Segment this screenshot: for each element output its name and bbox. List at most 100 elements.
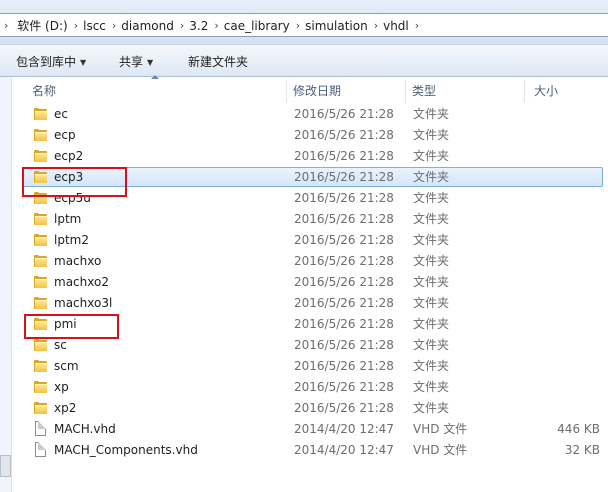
column-header-date-modified[interactable]: 修改日期 [293, 78, 341, 104]
address-bar: › 软件 (D:) › lscc › diamond › 3.2 › cae_library › s… [0, 0, 608, 44]
file-type: 文件夹 [413, 296, 450, 310]
command-bar: 包含到库中 ▼ 共享 ▼ 新建文件夹 [0, 44, 608, 77]
breadcrumb-item[interactable]: vhdl [380, 19, 413, 33]
file-type: VHD 文件 [413, 422, 468, 436]
file-date-modified: 2016/5/26 21:28 [294, 359, 394, 373]
file-type: VHD 文件 [413, 443, 468, 457]
folder-icon [34, 276, 47, 288]
breadcrumb-separator-icon[interactable]: › [413, 19, 421, 33]
file-row[interactable]: xp 2016/5/26 21:28 文件夹 [0, 377, 608, 398]
file-date-modified: 2014/4/20 12:47 [294, 422, 394, 436]
file-row[interactable]: ecp2 2016/5/26 21:28 文件夹 [0, 146, 608, 167]
column-divider[interactable] [405, 80, 406, 102]
file-type: 文件夹 [413, 149, 450, 163]
file-name: xp [54, 380, 69, 394]
file-type: 文件夹 [413, 233, 450, 247]
annotation-box-ecp3 [22, 167, 127, 197]
file-type: 文件夹 [413, 317, 450, 331]
file-row[interactable]: machxo 2016/5/26 21:28 文件夹 [0, 251, 608, 272]
file-name: machxo [54, 254, 102, 268]
file-date-modified: 2016/5/26 21:28 [294, 338, 394, 352]
breadcrumb-separator-icon[interactable]: › [212, 19, 220, 33]
file-name: scm [54, 359, 79, 373]
share-button[interactable]: 共享 ▼ [119, 55, 153, 70]
file-name: xp2 [54, 401, 77, 415]
breadcrumb-separator-icon[interactable]: › [372, 19, 380, 33]
folder-icon [34, 339, 47, 351]
breadcrumb-trail: › 软件 (D:) › lscc › diamond › 3.2 › cae_library › s… [2, 19, 421, 33]
file-name: machxo2 [54, 275, 109, 289]
file-date-modified: 2016/5/26 21:28 [294, 128, 394, 142]
folder-icon [34, 297, 47, 309]
file-date-modified: 2016/5/26 21:28 [294, 254, 394, 268]
breadcrumb-item[interactable]: diamond [118, 19, 178, 33]
file-size: 446 KB [557, 422, 600, 436]
file-name: ec [54, 107, 68, 121]
folder-icon [34, 213, 47, 225]
breadcrumb-item[interactable]: 3.2 [186, 19, 212, 33]
file-icon [35, 442, 46, 457]
new-folder-button[interactable]: 新建文件夹 [188, 55, 248, 69]
column-headers: 名称 修改日期 类型 大小 [22, 75, 608, 104]
folder-icon [34, 108, 47, 120]
file-row[interactable]: MACH_Components.vhd 2014/4/20 12:47 VHD 文件… [0, 440, 608, 461]
file-date-modified: 2016/5/26 21:28 [294, 233, 394, 247]
breadcrumb[interactable]: › 软件 (D:) › lscc › diamond › 3.2 › cae_library › s… [0, 13, 608, 37]
file-name: machxo3l [54, 296, 113, 310]
file-name: sc [54, 338, 67, 352]
file-date-modified: 2016/5/26 21:28 [294, 401, 394, 415]
file-date-modified: 2016/5/26 21:28 [294, 149, 394, 163]
file-row[interactable]: lptm2 2016/5/26 21:28 文件夹 [0, 230, 608, 251]
file-row[interactable]: lptm 2016/5/26 21:28 文件夹 [0, 209, 608, 230]
file-date-modified: 2016/5/26 21:28 [294, 275, 394, 289]
share-label: 共享 [119, 55, 144, 69]
file-type: 文件夹 [413, 254, 450, 268]
file-type: 文件夹 [413, 107, 450, 121]
file-name: lptm2 [54, 233, 89, 247]
column-header-name[interactable]: 名称 [32, 78, 56, 104]
file-icon [35, 421, 46, 436]
folder-icon [34, 150, 47, 162]
file-date-modified: 2016/5/26 21:28 [294, 317, 394, 331]
file-date-modified: 2016/5/26 21:28 [294, 380, 394, 394]
file-row[interactable]: MACH.vhd 2014/4/20 12:47 VHD 文件 446 KB [0, 419, 608, 440]
file-name: ecp2 [54, 149, 84, 163]
breadcrumb-separator-icon[interactable]: › [178, 19, 186, 33]
dropdown-arrow-icon: ▼ [147, 58, 154, 67]
file-date-modified: 2016/5/26 21:28 [294, 107, 394, 121]
breadcrumb-separator-icon[interactable]: › [110, 19, 118, 33]
breadcrumb-separator-icon[interactable]: › [72, 19, 80, 33]
file-type: 文件夹 [413, 338, 450, 352]
breadcrumb-item[interactable]: 软件 (D:) [14, 19, 71, 33]
file-row[interactable]: machxo2 2016/5/26 21:28 文件夹 [0, 272, 608, 293]
column-divider[interactable] [286, 80, 287, 102]
breadcrumb-separator-icon[interactable]: › [294, 19, 302, 33]
file-row[interactable]: machxo3l 2016/5/26 21:28 文件夹 [0, 293, 608, 314]
include-in-library-button[interactable]: 包含到库中 ▼ [16, 55, 86, 70]
file-name: MACH_Components.vhd [54, 443, 198, 457]
file-date-modified: 2016/5/26 21:28 [294, 170, 394, 184]
column-header-type[interactable]: 类型 [412, 78, 436, 104]
file-date-modified: 2016/5/26 21:28 [294, 212, 394, 226]
folder-icon [34, 402, 47, 414]
file-row[interactable]: scm 2016/5/26 21:28 文件夹 [0, 356, 608, 377]
file-row[interactable]: ecp 2016/5/26 21:28 文件夹 [0, 125, 608, 146]
include-in-library-label: 包含到库中 [16, 55, 77, 69]
breadcrumb-separator-icon[interactable]: › [2, 19, 10, 33]
annotation-box-pmi [24, 314, 119, 339]
column-header-size[interactable]: 大小 [534, 78, 558, 104]
breadcrumb-item[interactable]: lscc [80, 19, 110, 33]
file-type: 文件夹 [413, 401, 450, 415]
file-date-modified: 2016/5/26 21:28 [294, 191, 394, 205]
file-name: ecp [54, 128, 76, 142]
file-type: 文件夹 [413, 212, 450, 226]
file-date-modified: 2016/5/26 21:28 [294, 296, 394, 310]
folder-icon [34, 381, 47, 393]
column-divider[interactable] [524, 80, 525, 102]
breadcrumb-item[interactable]: simulation [302, 19, 372, 33]
file-size: 32 KB [564, 443, 600, 457]
sort-ascending-icon [151, 75, 159, 79]
file-row[interactable]: ec 2016/5/26 21:28 文件夹 [0, 104, 608, 125]
breadcrumb-item[interactable]: cae_library [221, 19, 294, 33]
file-row[interactable]: xp2 2016/5/26 21:28 文件夹 [0, 398, 608, 419]
